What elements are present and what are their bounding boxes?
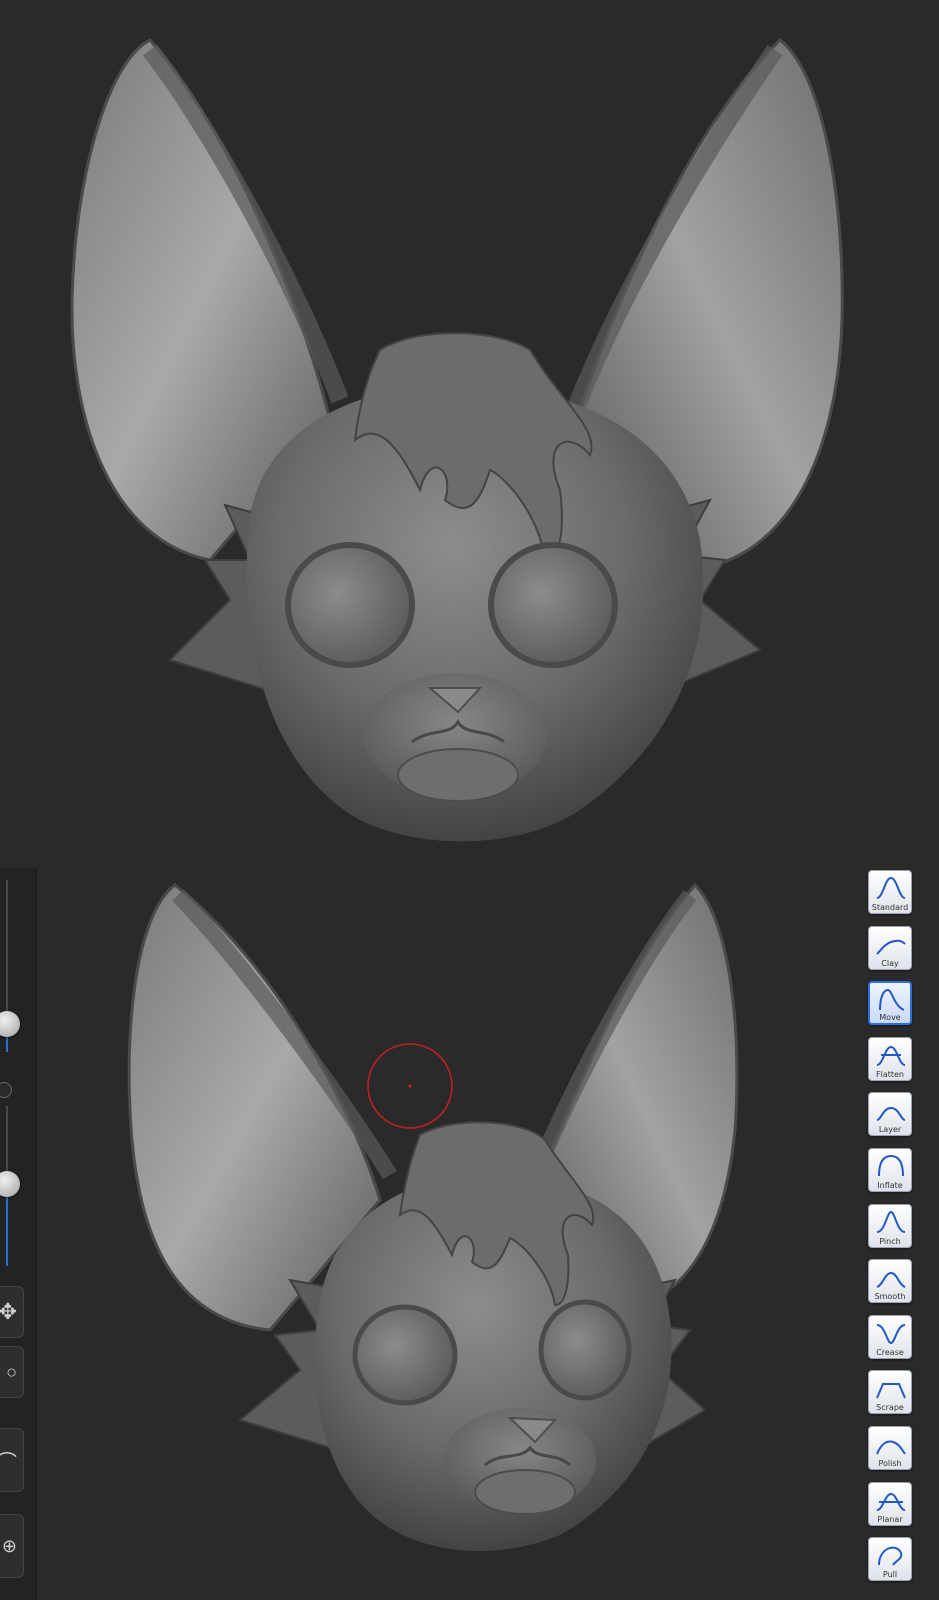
planar-brush-icon xyxy=(876,1492,906,1511)
brush-cursor xyxy=(367,1043,453,1129)
curve-button[interactable]: ⌒ xyxy=(0,1428,24,1492)
brush-label: Smooth xyxy=(874,1292,906,1302)
bulb-icon: ○ xyxy=(6,1361,17,1382)
strength-slider-knob[interactable] xyxy=(0,1171,20,1197)
move-arrows-button[interactable]: ✥ xyxy=(0,1286,24,1338)
viewport[interactable] xyxy=(0,0,939,1600)
brush-label: Move xyxy=(879,1013,901,1023)
brush-label: Crease xyxy=(876,1347,904,1357)
brush-smooth-button[interactable]: Smooth xyxy=(868,1259,912,1304)
brush-layer-button[interactable]: Layer xyxy=(868,1092,912,1137)
sculpt-model-top xyxy=(70,38,844,842)
pinch-brush-icon xyxy=(876,1210,906,1233)
left-eye-bottom xyxy=(352,1304,458,1406)
brush-label: Flatten xyxy=(876,1069,904,1079)
crease-brush-icon xyxy=(876,1323,906,1344)
brush-flatten-button[interactable]: Flatten xyxy=(868,1036,912,1081)
brush-label: Pull xyxy=(882,1570,898,1580)
brush-label: Scrape xyxy=(876,1403,904,1413)
brush-label: Standard xyxy=(871,903,909,912)
brush-planar-button[interactable]: Planar xyxy=(868,1481,912,1526)
add-pin-icon: ⊕ xyxy=(1,1535,17,1556)
standard-brush-icon xyxy=(876,876,906,899)
brush-label: Planar xyxy=(877,1514,903,1524)
left-eye xyxy=(285,542,415,668)
inflate-brush-icon xyxy=(878,1154,904,1177)
brush-label: Polish xyxy=(878,1459,902,1468)
flatten-brush-icon xyxy=(876,1045,906,1066)
brush-scrape-button[interactable]: Scrape xyxy=(868,1370,912,1415)
sculpting-app: ✥ ○ ⌒ ⊕ Standard Clay Move Flatten Layer Infl… xyxy=(0,0,939,1600)
smooth-brush-icon xyxy=(876,1272,906,1289)
clay-brush-icon xyxy=(876,939,906,955)
brush-standard-button[interactable]: Standard xyxy=(868,870,912,914)
viewport-canvas[interactable] xyxy=(0,0,939,1600)
brush-label: Pinch xyxy=(879,1236,901,1246)
scrape-brush-icon xyxy=(876,1383,906,1399)
move-brush-icon xyxy=(879,989,905,1012)
brush-inflate-button[interactable]: Inflate xyxy=(868,1148,912,1192)
sculpt-model-bottom xyxy=(127,882,739,1552)
bulb-button[interactable]: ○ xyxy=(0,1346,24,1398)
curve-icon: ⌒ xyxy=(0,1451,17,1474)
left-panel: ✥ ○ ⌒ ⊕ xyxy=(0,868,37,1600)
polish-brush-icon xyxy=(876,1440,906,1455)
brush-crease-button[interactable]: Crease xyxy=(868,1314,912,1359)
strength-slider-fill xyxy=(6,1186,8,1266)
brush-label: Inflate xyxy=(877,1181,903,1190)
right-eye-bottom xyxy=(538,1299,632,1401)
toggle-dot[interactable] xyxy=(0,1082,12,1098)
brush-polish-button[interactable]: Polish xyxy=(868,1426,912,1470)
brush-move-button[interactable]: Move xyxy=(868,981,912,1026)
brush-label: Clay xyxy=(881,958,899,968)
pull-brush-icon xyxy=(878,1546,903,1566)
add-pin-button[interactable]: ⊕ xyxy=(0,1514,24,1578)
right-eye xyxy=(488,542,618,668)
layer-brush-icon xyxy=(876,1107,906,1122)
brush-pull-button[interactable]: Pull xyxy=(868,1537,912,1582)
brush-pinch-button[interactable]: Pinch xyxy=(868,1203,912,1248)
brush-clay-button[interactable]: Clay xyxy=(868,925,912,970)
brush-label: Layer xyxy=(878,1125,902,1135)
move-arrows-icon: ✥ xyxy=(0,1299,17,1324)
radius-slider-knob[interactable] xyxy=(0,1011,20,1037)
